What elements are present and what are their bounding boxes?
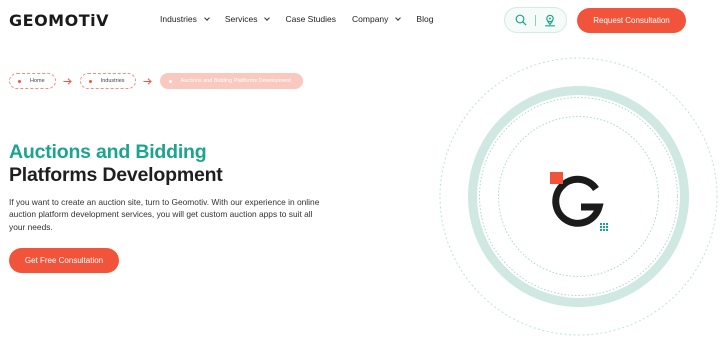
user-location-icon[interactable] bbox=[543, 13, 557, 27]
nav-industries-label: Industries bbox=[160, 14, 197, 24]
arrow-right-icon bbox=[56, 77, 80, 85]
breadcrumb-home[interactable]: Home bbox=[9, 73, 56, 89]
nav-industries[interactable]: Industries bbox=[160, 14, 210, 24]
chevron-down-icon bbox=[264, 14, 271, 21]
request-consultation-button[interactable]: Request Consultation bbox=[577, 8, 686, 33]
breadcrumb: Home Industries Auctions and Bidding Pla… bbox=[9, 73, 303, 89]
bullet-icon bbox=[88, 79, 92, 83]
header-tools bbox=[504, 7, 567, 33]
breadcrumb-home-label: Home bbox=[30, 78, 45, 84]
nav-services-label: Services bbox=[224, 14, 258, 24]
nav-blog-label: Blog bbox=[416, 14, 434, 24]
bullet-icon bbox=[18, 79, 21, 83]
nav-case-studies[interactable]: Case Studies bbox=[285, 14, 336, 24]
hero-title-accent: Auctions and Bidding bbox=[9, 141, 207, 163]
nav-company-label: Company bbox=[352, 14, 389, 24]
get-free-consultation-button[interactable]: Get Free Consultation bbox=[9, 248, 119, 273]
breadcrumb-current-label: Auctions and Bidding Platforms Developme… bbox=[180, 78, 291, 84]
hero-description: If you want to create an auction site, t… bbox=[9, 197, 320, 232]
main-nav: Industries Services Case Studies Company… bbox=[160, 14, 449, 24]
nav-case-studies-label: Case Studies bbox=[285, 14, 337, 24]
nav-services[interactable]: Services bbox=[224, 14, 271, 24]
search-icon[interactable] bbox=[514, 13, 528, 27]
nav-blog[interactable]: Blog bbox=[416, 14, 433, 24]
tools-divider bbox=[535, 14, 536, 26]
breadcrumb-industries[interactable]: Industries bbox=[79, 73, 136, 89]
chevron-down-icon bbox=[204, 14, 210, 21]
breadcrumb-industries-label: Industries bbox=[100, 78, 125, 84]
breadcrumb-current: Auctions and Bidding Platforms Developme… bbox=[159, 73, 303, 89]
arrow-right-icon bbox=[136, 77, 160, 85]
hero-graphic bbox=[438, 56, 719, 337]
nav-company[interactable]: Company bbox=[352, 14, 402, 24]
logo[interactable]: GEOMOTiV bbox=[9, 11, 109, 30]
hero-title: Platforms Development bbox=[9, 164, 223, 186]
bullet-icon bbox=[168, 79, 172, 83]
chevron-down-icon bbox=[395, 14, 402, 21]
geomotiv-logo-icon bbox=[548, 171, 608, 231]
